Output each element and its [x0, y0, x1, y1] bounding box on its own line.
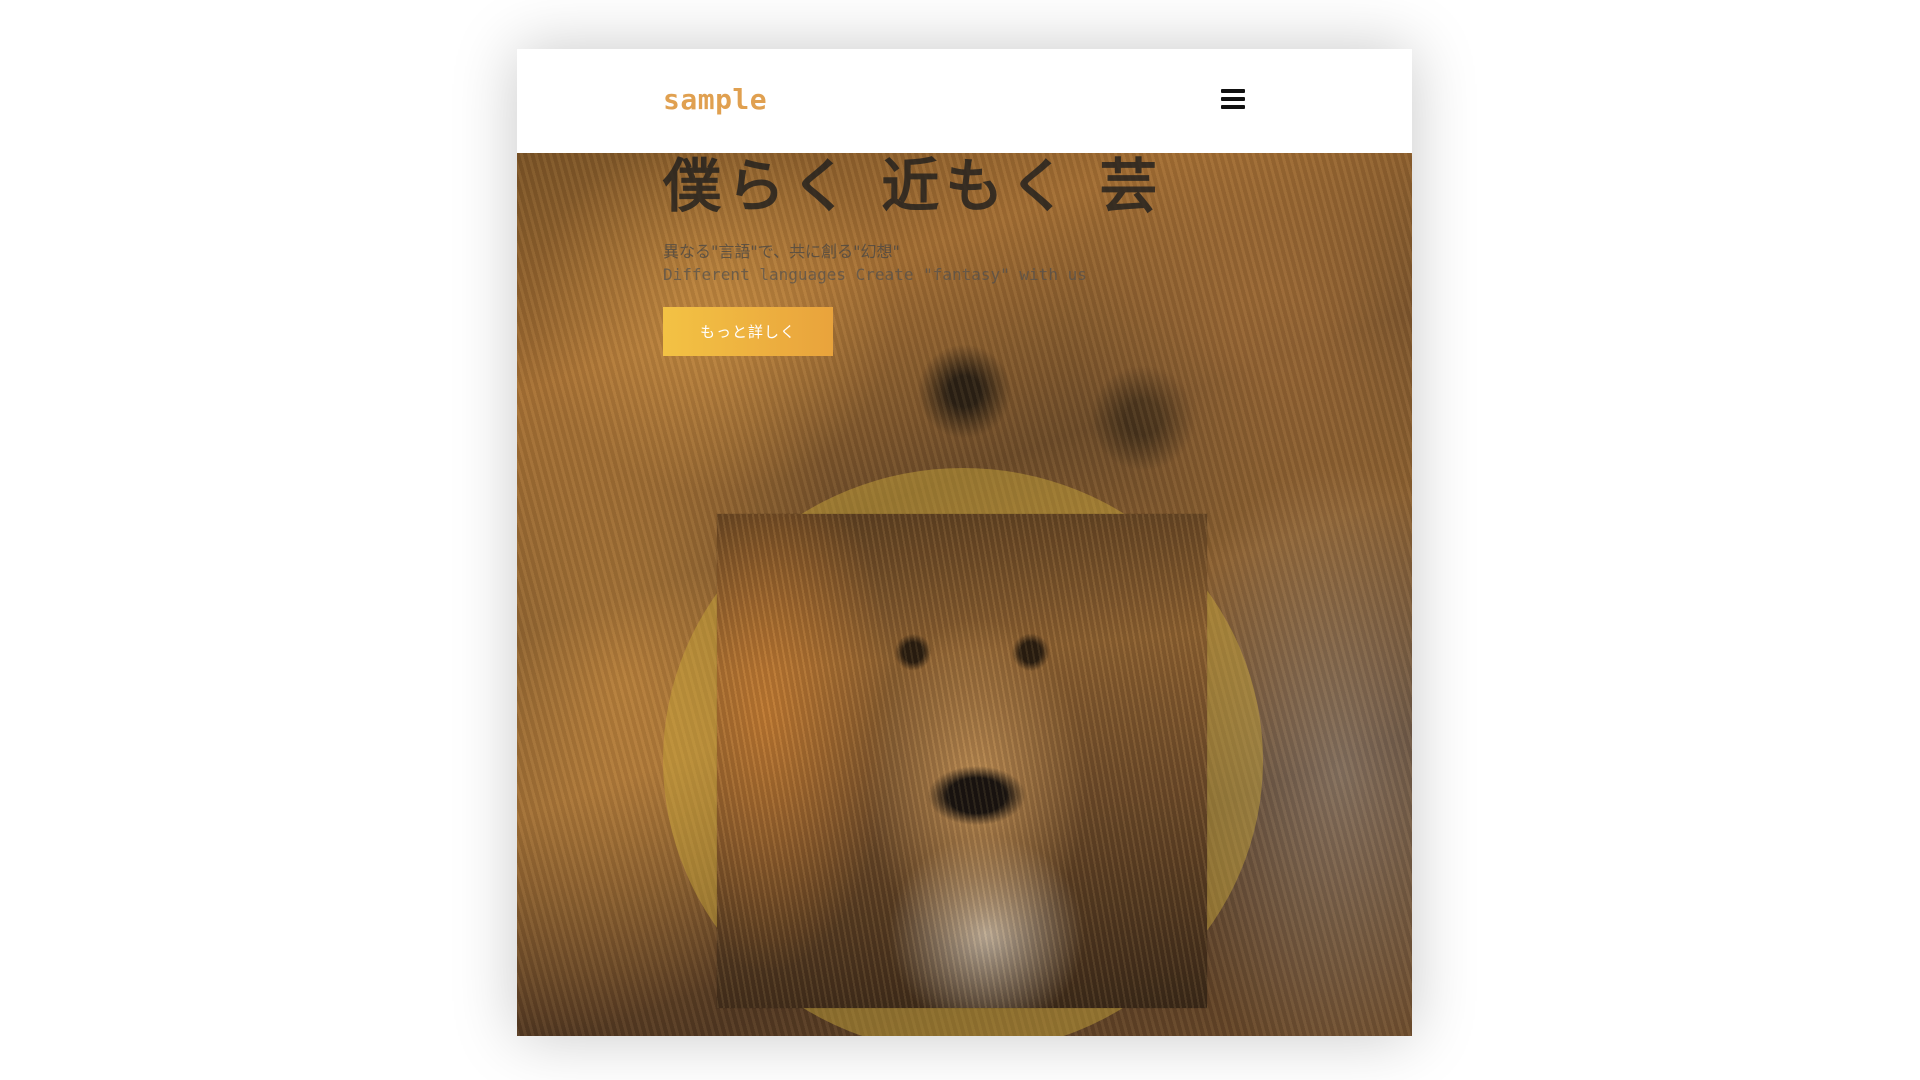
menu-bar-middle — [1221, 97, 1245, 101]
learn-more-button[interactable]: もっと詳しく — [663, 307, 833, 356]
hero-section: 僕らく 近もく 芸 異なる"言語"で、共に創る"幻想" Different la… — [517, 153, 1412, 1036]
menu-bar-bottom — [1221, 105, 1245, 109]
hero-subtitle-en: Different languages Create "fantasy" wit… — [663, 265, 1087, 284]
menu-bar-top — [1221, 89, 1245, 93]
hero-subtitle-jp: 異なる"言語"で、共に創る"幻想" — [663, 242, 900, 261]
hero-headline: 僕らく 近もく 芸 — [663, 153, 1164, 220]
site-header: sample — [517, 49, 1412, 153]
hamburger-menu-icon[interactable] — [1221, 89, 1245, 111]
site-logo[interactable]: sample — [663, 83, 767, 116]
lion-feature-image — [717, 514, 1207, 1008]
page-frame: sample 僕らく 近もく 芸 異なる"言語"で、共に創る"幻想" Diffe… — [517, 49, 1412, 1036]
